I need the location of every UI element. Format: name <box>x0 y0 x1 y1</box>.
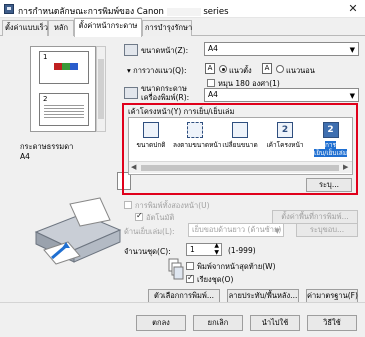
specify-button[interactable]: ระบุ... <box>306 178 352 192</box>
preview-page-number: 1 <box>43 53 48 61</box>
print-from-last-page-checkbox[interactable] <box>186 262 194 270</box>
landscape-icon: A <box>262 63 272 74</box>
title-bar: การกำหนดลักษณะการพิมพ์ของ Canon series ✕ <box>0 0 365 18</box>
scroll-right-icon[interactable]: ▶ <box>343 163 348 171</box>
help-button[interactable]: วิธีใช้ <box>307 315 357 331</box>
layout-fit-to-page[interactable]: ลงตามขนาดหน้า <box>173 120 222 162</box>
copies-range: (1-999) <box>228 246 256 255</box>
copies-value: 1 <box>190 245 195 254</box>
orientation-label: ▾ การวางแนว(Q): <box>127 66 187 75</box>
layout-scaled-label: เปลี่ยนขนาด <box>222 141 258 149</box>
rotate-180-checkbox[interactable] <box>207 79 215 87</box>
landscape-label: แนวนอน <box>286 66 315 75</box>
print-options-button[interactable]: ตัวเลือกการพิมพ์... <box>148 289 220 303</box>
page-layout-icon: 2 <box>277 122 293 138</box>
printer-illustration-icon <box>34 197 122 265</box>
media-size-value: A4 <box>20 152 30 161</box>
portrait-radio[interactable] <box>219 65 227 73</box>
layout-normal-size[interactable]: ขนาดปกติ <box>131 120 171 162</box>
print-from-last-page-label: พิมพ์จากหน้าสุดท้าย(W) <box>197 262 276 271</box>
duplex-checkbox[interactable] <box>124 201 132 209</box>
normal-size-icon <box>143 122 159 138</box>
stapling-side-label: ด้านเย็บเล่ม(L): <box>124 227 175 236</box>
printer-paper-size-value: A4 <box>208 90 218 99</box>
layout-normal-size-label: ขนาดปกติ <box>136 141 166 149</box>
preview-scroll-thumb[interactable] <box>98 59 104 119</box>
duplex-label: การพิมพ์ทั้งสองหน้า(U) <box>135 201 210 210</box>
layout-fit-to-page-label: ลงตามขนาดหน้า <box>173 141 222 149</box>
auto-label: อัตโนมัติ <box>146 213 175 222</box>
portrait-label: แนวตั้ง <box>229 66 252 75</box>
collate-icon <box>168 258 184 280</box>
preview-image <box>54 63 78 70</box>
printer-paper-size-select[interactable]: A4 ▼ <box>204 88 359 102</box>
fit-to-page-icon <box>187 122 203 138</box>
printer-paper-size-label: ขนาดกระดาษเครื่องพิมพ์(R): <box>141 84 190 102</box>
ok-button[interactable]: ตกลง <box>136 315 186 331</box>
layout-stapling-label-line2: เย็บ/เย็บเล่ม <box>314 149 347 157</box>
page-size-icon <box>124 44 138 56</box>
chevron-down-icon: ▼ <box>349 46 355 54</box>
tab-strip: ตั้งค่าแบบเร็ว หลัก ตั้งค่าหน้ากระดาษ กา… <box>0 18 365 37</box>
copies-label: จำนวนชุด(C): <box>124 247 171 256</box>
preview-text-lines <box>44 105 84 119</box>
preview-scrollbar[interactable] <box>96 46 106 132</box>
auto-checkbox[interactable] <box>135 211 143 221</box>
scaled-icon <box>232 122 248 138</box>
collate-label: เรียงชุด(O) <box>197 275 234 284</box>
window-title-text: การกำหนดลักษณะการพิมพ์ของ Canon <box>18 7 164 17</box>
printer-paper-size-icon <box>124 87 138 99</box>
window-title: การกำหนดลักษณะการพิมพ์ของ Canon series <box>18 4 229 18</box>
collate-checkbox[interactable] <box>186 273 194 283</box>
stamp-background-button[interactable]: ลายประทับ/พื้นหลัง... <box>227 289 299 303</box>
tab-maintenance[interactable]: การบำรุงรักษา <box>142 20 192 36</box>
scroll-left-icon[interactable]: ◀ <box>131 163 136 171</box>
layout-stapling-label: การ เย็บ/เย็บเล่ม <box>309 141 352 157</box>
print-area-setup-button[interactable]: ตั้งค่าพื้นที่การพิมพ์... <box>272 210 358 224</box>
preview-page-1: 1 <box>39 51 89 84</box>
layout-page-layout-label: เค้าโครงหน้า <box>266 141 304 149</box>
close-icon[interactable]: ✕ <box>345 2 361 16</box>
layout-preview: 1 2 <box>30 46 96 132</box>
page-size-label: ขนาดหน้า(Z): <box>141 46 189 55</box>
orientation-label-text: การวางแนว(Q): <box>133 66 187 75</box>
stapling-icon: 2 <box>322 122 339 138</box>
page-size-select[interactable]: A4 ▼ <box>204 42 359 56</box>
defaults-button[interactable]: ค่ามาตรฐาน(F) <box>306 289 358 303</box>
layout-stapling[interactable]: 2 การ เย็บ/เย็บเล่ม <box>309 120 352 162</box>
layout-hscrollbar[interactable]: ◀ ▶ <box>129 161 352 173</box>
tab-page-setup[interactable]: ตั้งค่าหน้ากระดาษ <box>74 18 142 37</box>
preview-page-number: 2 <box>43 95 48 103</box>
portrait-icon: A <box>205 63 215 74</box>
stepper-arrows-icon[interactable]: ▲ ▼ <box>214 242 219 256</box>
landscape-radio[interactable] <box>276 65 284 73</box>
copies-input[interactable]: 1 ▲ ▼ <box>186 242 222 256</box>
window-title-suffix: series <box>203 7 229 17</box>
tab-main[interactable]: หลัก <box>48 20 74 36</box>
page-size-value: A4 <box>208 44 218 53</box>
stapling-side-value: เย็บขอบด้านยาว (ด้านซ้าย) <box>192 225 282 234</box>
layout-page-layout[interactable]: 2 เค้าโครงหน้า <box>263 120 307 162</box>
printer-app-icon <box>4 4 14 14</box>
chevron-down-icon: ▼ <box>349 92 355 100</box>
tab-quick-setup[interactable]: ตั้งค่าแบบเร็ว <box>2 20 48 36</box>
apply-button[interactable]: นำไปใช้ <box>250 315 300 331</box>
stapling-side-select[interactable]: เย็บขอบด้านยาว (ด้านซ้าย) ▼ <box>188 223 284 237</box>
cancel-button[interactable]: ยกเลิก <box>193 315 243 331</box>
layout-scaled[interactable]: เปลี่ยนขนาด <box>219 120 261 162</box>
layout-stapling-label-line1: การ <box>324 141 337 149</box>
preview-page-2: 2 <box>39 93 89 126</box>
layout-hscroll-thumb[interactable] <box>141 165 339 171</box>
chevron-down-icon: ▼ <box>274 227 280 235</box>
specify-margin-button[interactable]: ระบุขอบ... <box>296 223 358 237</box>
